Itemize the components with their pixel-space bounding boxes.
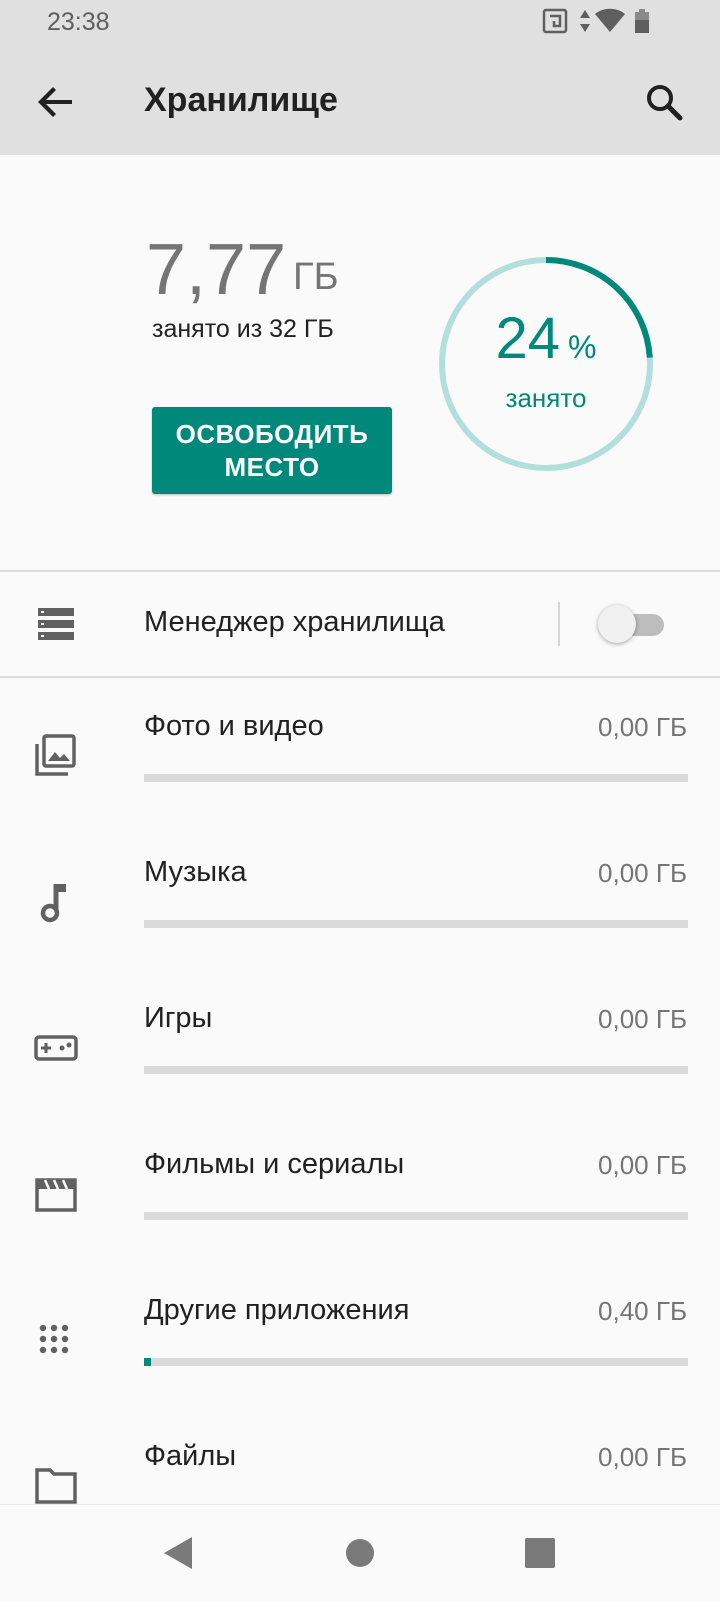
nav-back-icon[interactable]: [154, 1529, 202, 1577]
category-label: Другие приложения: [144, 1294, 410, 1326]
page-title: Хранилище: [144, 81, 338, 119]
app-bar: Хранилище: [0, 48, 720, 155]
category-games[interactable]: Игры 0,00 ГБ: [0, 974, 720, 1120]
storage-summary: 7,77 ГБ занято из 32 ГБ ОСВОБОДИТЬ МЕСТО…: [0, 155, 720, 570]
usage-percent-sign: %: [568, 329, 597, 365]
category-usage-bar: [144, 1358, 688, 1366]
category-movies-series[interactable]: Фильмы и сериалы 0,00 ГБ: [0, 1120, 720, 1266]
category-size: 0,40 ГБ: [598, 1296, 687, 1326]
category-size: 0,00 ГБ: [598, 1442, 687, 1472]
arrow-back-icon: [38, 87, 72, 117]
free-up-space-label: ОСВОБОДИТЬ МЕСТО: [175, 418, 369, 482]
storage-manager-toggle[interactable]: [598, 604, 668, 644]
vertical-divider: [558, 602, 560, 646]
category-size: 0,00 ГБ: [598, 1004, 687, 1034]
category-size: 0,00 ГБ: [598, 712, 687, 742]
category-label: Фильмы и сериалы: [144, 1148, 405, 1180]
nfc-icon: [542, 8, 568, 34]
toggle-thumb: [598, 605, 636, 643]
status-icons: [542, 8, 662, 36]
category-files[interactable]: Файлы 0,00 ГБ: [0, 1412, 720, 1504]
category-size: 0,00 ГБ: [598, 858, 687, 888]
free-up-space-button[interactable]: ОСВОБОДИТЬ МЕСТО: [152, 407, 392, 494]
category-usage-bar: [144, 774, 688, 782]
status-time: 23:38: [47, 8, 110, 36]
category-size: 0,00 ГБ: [598, 1150, 687, 1180]
movie-icon: [35, 1178, 77, 1212]
folder-icon: [35, 1468, 77, 1504]
usage-percent: 24%: [434, 305, 658, 372]
storage-manager-row[interactable]: Менеджер хранилища: [0, 572, 720, 676]
category-label: Фото и видео: [144, 710, 324, 742]
category-usage-bar: [144, 920, 688, 928]
music-note-icon: [40, 884, 66, 923]
divider: [0, 676, 720, 678]
storage-icon: [38, 608, 74, 640]
category-label: Музыка: [144, 856, 247, 888]
category-photos-videos[interactable]: Фото и видео 0,00 ГБ: [0, 682, 720, 828]
back-button[interactable]: [32, 78, 80, 126]
category-usage-fill: [144, 1358, 151, 1366]
photo-library-icon: [35, 734, 76, 776]
search-icon: [647, 85, 683, 121]
nav-home-icon[interactable]: [336, 1529, 384, 1577]
category-label: Файлы: [144, 1440, 237, 1472]
apps-grid-icon: [39, 1324, 69, 1354]
category-label: Игры: [144, 1002, 213, 1034]
navigation-bar: [0, 1504, 720, 1601]
usage-percent-value: 24: [495, 306, 561, 371]
status-bar: 23:38: [0, 0, 720, 48]
category-music[interactable]: Музыка 0,00 ГБ: [0, 828, 720, 974]
data-arrows-icon: [580, 10, 590, 32]
storage-manager-label: Менеджер хранилища: [144, 606, 445, 638]
battery-icon: [635, 9, 649, 33]
category-usage-bar: [144, 1212, 688, 1220]
category-other-apps[interactable]: Другие приложения 0,40 ГБ: [0, 1266, 720, 1412]
usage-percent-label: занято: [505, 383, 587, 413]
wifi-icon: [595, 8, 625, 32]
category-usage-bar: [144, 1066, 688, 1074]
nav-recents-icon[interactable]: [516, 1529, 564, 1577]
used-of-total: занято из 32 ГБ: [152, 315, 334, 343]
used-storage-value: 7,77: [146, 230, 287, 310]
used-storage-unit: ГБ: [293, 256, 339, 298]
search-button[interactable]: [640, 78, 688, 126]
gamepad-icon: [34, 1035, 78, 1061]
